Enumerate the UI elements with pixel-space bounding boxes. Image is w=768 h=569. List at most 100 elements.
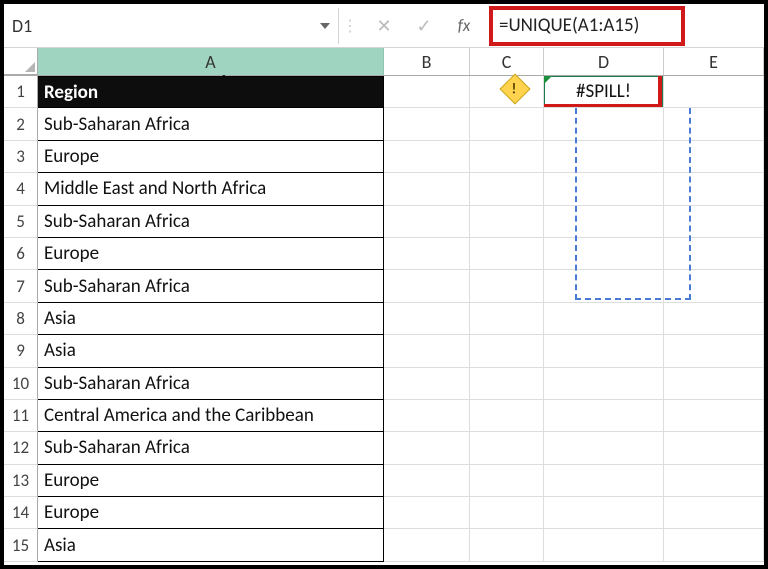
cell[interactable] bbox=[664, 335, 764, 367]
cell-D1[interactable]: #SPILL! bbox=[544, 76, 664, 108]
cell[interactable] bbox=[664, 465, 764, 497]
cell[interactable] bbox=[470, 432, 544, 464]
cancel-icon[interactable]: ✕ bbox=[371, 13, 397, 39]
cell[interactable] bbox=[664, 108, 764, 140]
cell[interactable] bbox=[384, 303, 470, 335]
cell[interactable]: Sub-Saharan Africa bbox=[38, 108, 384, 140]
cell[interactable]: Europe bbox=[38, 238, 384, 270]
cell[interactable] bbox=[470, 108, 544, 140]
cell[interactable] bbox=[544, 141, 664, 173]
cell[interactable]: Europe bbox=[38, 465, 384, 497]
cell[interactable] bbox=[384, 270, 470, 302]
cell[interactable] bbox=[664, 173, 764, 205]
cell[interactable]: Europe bbox=[38, 497, 384, 529]
cell[interactable] bbox=[544, 270, 664, 302]
cell[interactable] bbox=[544, 173, 664, 205]
cell[interactable] bbox=[664, 206, 764, 238]
cell[interactable] bbox=[384, 141, 470, 173]
cell[interactable] bbox=[470, 497, 544, 529]
cell[interactable] bbox=[470, 335, 544, 367]
cell[interactable] bbox=[664, 76, 764, 108]
cell[interactable] bbox=[664, 432, 764, 464]
formula-input[interactable]: =UNIQUE(A1:A15) bbox=[491, 9, 758, 43]
row-header[interactable]: 12 bbox=[4, 432, 38, 464]
cell[interactable] bbox=[470, 368, 544, 400]
cell[interactable]: Middle East and North Africa bbox=[38, 173, 384, 205]
cell[interactable] bbox=[384, 529, 470, 561]
row-header[interactable]: 6 bbox=[4, 238, 38, 270]
column-header-C[interactable]: C bbox=[470, 48, 544, 75]
fx-icon[interactable]: fx bbox=[451, 13, 477, 39]
cell[interactable] bbox=[664, 303, 764, 335]
cell[interactable] bbox=[544, 368, 664, 400]
cell[interactable] bbox=[384, 497, 470, 529]
cell[interactable] bbox=[544, 529, 664, 561]
row-header[interactable]: 2 bbox=[4, 108, 38, 140]
row-header[interactable]: 13 bbox=[4, 465, 38, 497]
cell[interactable]: Asia bbox=[38, 303, 384, 335]
cell-A1[interactable]: Region bbox=[38, 76, 384, 108]
cell[interactable] bbox=[544, 465, 664, 497]
cell[interactable]: Sub-Saharan Africa bbox=[38, 206, 384, 238]
cell[interactable] bbox=[384, 432, 470, 464]
row-header[interactable]: 7 bbox=[4, 270, 38, 302]
row-header[interactable]: 9 bbox=[4, 335, 38, 367]
cell[interactable] bbox=[384, 206, 470, 238]
cell[interactable] bbox=[664, 368, 764, 400]
cell[interactable] bbox=[664, 238, 764, 270]
cell[interactable] bbox=[664, 497, 764, 529]
cell[interactable] bbox=[470, 303, 544, 335]
cell[interactable] bbox=[544, 238, 664, 270]
cell[interactable] bbox=[384, 465, 470, 497]
cell[interactable] bbox=[384, 238, 470, 270]
cell[interactable] bbox=[470, 529, 544, 561]
column-header-A[interactable]: A bbox=[38, 48, 384, 75]
cell[interactable] bbox=[544, 432, 664, 464]
cell[interactable] bbox=[384, 400, 470, 432]
cell[interactable] bbox=[384, 76, 470, 108]
cell[interactable] bbox=[544, 335, 664, 367]
cell[interactable]: Sub-Saharan Africa bbox=[38, 432, 384, 464]
cell[interactable] bbox=[384, 173, 470, 205]
row-header[interactable]: 4 bbox=[4, 173, 38, 205]
cell[interactable]: Central America and the Caribbean bbox=[38, 400, 384, 432]
cell[interactable] bbox=[470, 206, 544, 238]
cell[interactable]: Europe bbox=[38, 141, 384, 173]
cell[interactable] bbox=[384, 335, 470, 367]
cell[interactable] bbox=[544, 303, 664, 335]
cell[interactable] bbox=[470, 238, 544, 270]
cell[interactable] bbox=[544, 497, 664, 529]
cell[interactable] bbox=[544, 400, 664, 432]
cell[interactable] bbox=[470, 400, 544, 432]
cell[interactable] bbox=[664, 400, 764, 432]
cell[interactable] bbox=[544, 108, 664, 140]
select-all-button[interactable] bbox=[4, 48, 38, 75]
cell[interactable] bbox=[384, 368, 470, 400]
dropdown-icon[interactable] bbox=[320, 23, 330, 29]
row-header[interactable]: 8 bbox=[4, 303, 38, 335]
column-header-B[interactable]: B bbox=[384, 48, 470, 75]
cell[interactable] bbox=[664, 141, 764, 173]
cell[interactable] bbox=[544, 206, 664, 238]
row-header[interactable]: 15 bbox=[4, 529, 38, 561]
name-box[interactable]: D1 bbox=[4, 8, 339, 44]
row-header[interactable]: 3 bbox=[4, 141, 38, 173]
cell[interactable] bbox=[664, 529, 764, 561]
cell[interactable]: Sub-Saharan Africa bbox=[38, 368, 384, 400]
cell[interactable] bbox=[664, 270, 764, 302]
row-header[interactable]: 1 bbox=[4, 76, 38, 108]
cell[interactable]: Asia bbox=[38, 529, 384, 561]
cell[interactable]: Sub-Saharan Africa bbox=[38, 270, 384, 302]
cell[interactable] bbox=[470, 270, 544, 302]
cell[interactable] bbox=[470, 141, 544, 173]
cell[interactable] bbox=[384, 108, 470, 140]
enter-icon[interactable]: ✓ bbox=[411, 13, 437, 39]
row-header[interactable]: 11 bbox=[4, 400, 38, 432]
row-header[interactable]: 10 bbox=[4, 368, 38, 400]
cell[interactable] bbox=[470, 465, 544, 497]
cell[interactable]: Asia bbox=[38, 335, 384, 367]
cell[interactable] bbox=[470, 173, 544, 205]
column-header-D[interactable]: D bbox=[544, 48, 664, 75]
row-header[interactable]: 14 bbox=[4, 497, 38, 529]
column-header-E[interactable]: E bbox=[664, 48, 764, 75]
